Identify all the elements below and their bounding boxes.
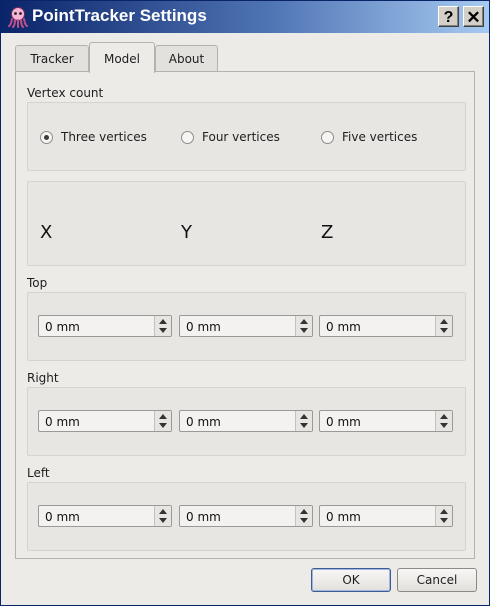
radio-label: Three vertices [61, 130, 147, 144]
spinbox-arrows[interactable] [154, 411, 171, 431]
right-y-spinbox[interactable]: 0 mm [179, 410, 313, 432]
point-top-label: Top [27, 276, 48, 290]
arrow-down-icon[interactable] [300, 423, 308, 428]
tab-tracker[interactable]: Tracker [15, 45, 89, 72]
top-z-spinbox[interactable]: 0 mm [319, 315, 453, 337]
arrow-up-icon[interactable] [159, 319, 167, 324]
axis-y-label: Y [181, 222, 192, 243]
spinbox-value: 0 mm [326, 510, 361, 524]
top-y-spinbox[interactable]: 0 mm [179, 315, 313, 337]
top-x-spinbox[interactable]: 0 mm [38, 315, 172, 337]
left-z-spinbox[interactable]: 0 mm [319, 505, 453, 527]
help-button[interactable]: ? [438, 6, 459, 27]
cancel-button[interactable]: Cancel [397, 568, 477, 592]
radio-label: Four vertices [202, 130, 280, 144]
tab-bar: Tracker Model About [15, 42, 475, 73]
radio-checked-icon [40, 130, 53, 144]
radio-unchecked-icon [181, 130, 194, 144]
point-left-group: 0 mm 0 mm 0 mm [27, 482, 466, 551]
arrow-up-icon[interactable] [159, 414, 167, 419]
model-tab-pane: Vertex count Three vertices Four vertice… [15, 71, 475, 559]
tab-model[interactable]: Model [89, 42, 155, 73]
arrow-up-icon[interactable] [440, 414, 448, 419]
arrow-up-icon[interactable] [300, 414, 308, 419]
title-bar[interactable]: PointTracker Settings ? ✕ [1, 1, 489, 33]
ok-button[interactable]: OK [311, 568, 391, 592]
arrow-down-icon[interactable] [440, 423, 448, 428]
radio-four-vertices[interactable]: Four vertices [181, 130, 280, 144]
spinbox-value: 0 mm [326, 320, 361, 334]
spinbox-value: 0 mm [186, 415, 221, 429]
right-x-spinbox[interactable]: 0 mm [38, 410, 172, 432]
spinbox-arrows[interactable] [435, 506, 452, 526]
spinbox-value: 0 mm [45, 320, 80, 334]
radio-five-vertices[interactable]: Five vertices [321, 130, 417, 144]
arrow-down-icon[interactable] [440, 518, 448, 523]
axes-header-group: X Y Z [27, 181, 466, 266]
vertex-count-group: Three vertices Four vertices Five vertic… [27, 102, 466, 171]
arrow-up-icon[interactable] [300, 319, 308, 324]
octopus-icon [8, 7, 28, 28]
close-button[interactable]: ✕ [463, 6, 484, 27]
tab-about[interactable]: About [155, 45, 218, 72]
arrow-down-icon[interactable] [300, 518, 308, 523]
arrow-up-icon[interactable] [300, 509, 308, 514]
arrow-up-icon[interactable] [159, 509, 167, 514]
spinbox-arrows[interactable] [435, 316, 452, 336]
spinbox-value: 0 mm [45, 510, 80, 524]
spinbox-value: 0 mm [45, 415, 80, 429]
spinbox-arrows[interactable] [154, 506, 171, 526]
left-y-spinbox[interactable]: 0 mm [179, 505, 313, 527]
vertex-count-label: Vertex count [27, 86, 104, 100]
axis-x-label: X [40, 222, 53, 243]
radio-label: Five vertices [342, 130, 418, 144]
arrow-up-icon[interactable] [440, 509, 448, 514]
axis-z-label: Z [321, 222, 334, 243]
spinbox-value: 0 mm [186, 320, 221, 334]
window-title: PointTracker Settings [32, 6, 207, 25]
arrow-down-icon[interactable] [300, 328, 308, 333]
point-right-group: 0 mm 0 mm 0 mm [27, 387, 466, 456]
left-x-spinbox[interactable]: 0 mm [38, 505, 172, 527]
radio-three-vertices[interactable]: Three vertices [40, 130, 147, 144]
spinbox-value: 0 mm [186, 510, 221, 524]
arrow-down-icon[interactable] [159, 423, 167, 428]
arrow-up-icon[interactable] [440, 319, 448, 324]
spinbox-value: 0 mm [326, 415, 361, 429]
point-right-label: Right [27, 371, 59, 385]
radio-unchecked-icon [321, 130, 334, 144]
point-left-label: Left [27, 466, 50, 480]
right-z-spinbox[interactable]: 0 mm [319, 410, 453, 432]
spinbox-arrows[interactable] [295, 411, 312, 431]
spinbox-arrows[interactable] [295, 316, 312, 336]
arrow-down-icon[interactable] [159, 518, 167, 523]
spinbox-arrows[interactable] [435, 411, 452, 431]
arrow-down-icon[interactable] [159, 328, 167, 333]
spinbox-arrows[interactable] [295, 506, 312, 526]
settings-dialog: PointTracker Settings ? ✕ Tracker Model … [0, 0, 490, 606]
spinbox-arrows[interactable] [154, 316, 171, 336]
point-top-group: 0 mm 0 mm 0 mm [27, 292, 466, 361]
arrow-down-icon[interactable] [440, 328, 448, 333]
